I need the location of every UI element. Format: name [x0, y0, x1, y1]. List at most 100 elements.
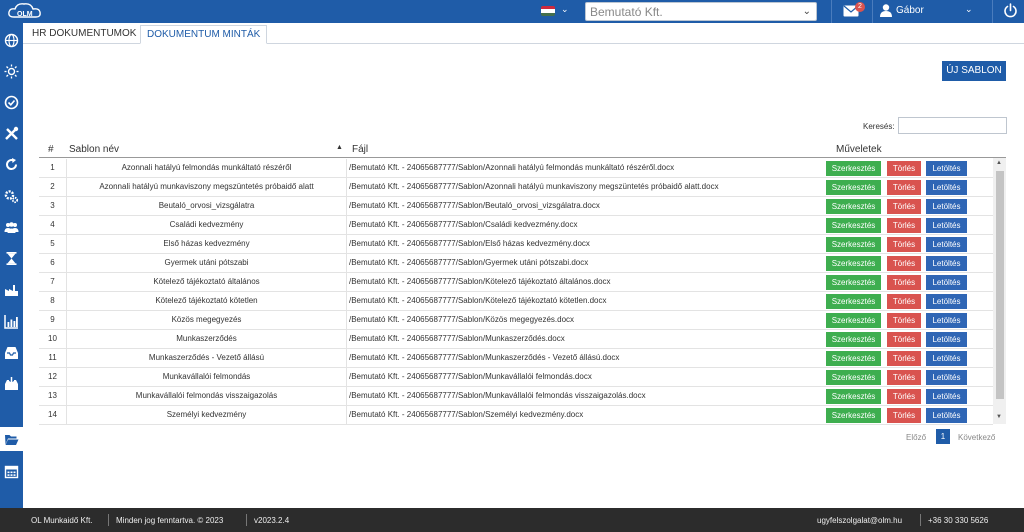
- tools-icon[interactable]: [4, 126, 19, 141]
- edit-button[interactable]: Szerkesztés: [826, 370, 881, 385]
- column-header-name[interactable]: Sablon név: [69, 144, 119, 155]
- logout-power-icon[interactable]: [1003, 3, 1018, 18]
- column-divider: [66, 387, 67, 406]
- column-divider: [346, 406, 347, 425]
- delete-button[interactable]: Törlés: [887, 332, 921, 347]
- table-scrollbar[interactable]: ▲ ▼: [993, 158, 1006, 424]
- delete-button[interactable]: Törlés: [887, 351, 921, 366]
- download-button[interactable]: Letöltés: [926, 218, 967, 233]
- download-button[interactable]: Letöltés: [926, 313, 967, 328]
- edit-button[interactable]: Szerkesztés: [826, 199, 881, 214]
- pagination-next[interactable]: Következő: [958, 433, 995, 442]
- edit-button[interactable]: Szerkesztés: [826, 256, 881, 271]
- table-row: 4 Családi kedvezmény/Bemutató Kft. - 2406…: [39, 216, 993, 235]
- template-name: Közös megegyezés: [171, 315, 242, 324]
- edit-button[interactable]: Szerkesztés: [826, 275, 881, 290]
- pagination-current-page[interactable]: 1: [936, 429, 950, 444]
- olm-logo[interactable]: OLM: [6, 1, 50, 22]
- template-name: Gyermek utáni pótszabi: [164, 258, 249, 267]
- edit-button[interactable]: Szerkesztés: [826, 332, 881, 347]
- edit-button[interactable]: Szerkesztés: [826, 161, 881, 176]
- chart-icon[interactable]: [4, 314, 19, 329]
- delete-button[interactable]: Törlés: [887, 180, 921, 195]
- download-button[interactable]: Letöltés: [926, 332, 967, 347]
- edit-button[interactable]: Szerkesztés: [826, 180, 881, 195]
- user-menu[interactable]: Gábor: [896, 5, 924, 16]
- download-button[interactable]: Letöltés: [926, 389, 967, 404]
- row-number: 9: [50, 315, 55, 324]
- calendar-icon[interactable]: [4, 464, 19, 479]
- folder-open-icon[interactable]: [4, 432, 19, 447]
- delete-button[interactable]: Törlés: [887, 294, 921, 309]
- edit-button[interactable]: Szerkesztés: [826, 351, 881, 366]
- sort-asc-icon[interactable]: ▲: [336, 144, 343, 151]
- check-circle-icon[interactable]: [4, 95, 19, 110]
- globe-icon[interactable]: [4, 33, 19, 48]
- delete-button[interactable]: Törlés: [887, 199, 921, 214]
- delete-button[interactable]: Törlés: [887, 237, 921, 252]
- tab-hr-documents[interactable]: HR DOKUMENTUMOK: [26, 25, 142, 44]
- edit-button[interactable]: Szerkesztés: [826, 218, 881, 233]
- column-divider: [66, 178, 67, 197]
- table-row: 9 Közös megegyezés/Bemutató Kft. - 240656…: [39, 311, 993, 330]
- hourglass-icon[interactable]: [4, 251, 19, 266]
- gears-icon[interactable]: [4, 189, 19, 204]
- inbox-icon[interactable]: [4, 345, 19, 360]
- edit-button[interactable]: Szerkesztés: [826, 313, 881, 328]
- chevron-down-icon[interactable]: ⌄: [561, 4, 569, 15]
- rotate-icon[interactable]: [4, 157, 19, 172]
- download-button[interactable]: Letöltés: [926, 161, 967, 176]
- tab-document-templates[interactable]: DOKUMENTUM MINTÁK: [140, 25, 268, 44]
- chevron-down-icon: ⌄: [802, 6, 811, 17]
- table-row: 3 Beutaló_orvosi_vizsgálatra/Bemutató Kft…: [39, 197, 993, 216]
- table-row: 2 Azonnali hatályú munkaviszony megszünte…: [39, 178, 993, 197]
- row-number: 13: [48, 391, 57, 400]
- column-header-file[interactable]: Fájl: [352, 144, 368, 155]
- scrollbar-thumb[interactable]: [996, 171, 1004, 399]
- column-divider: [346, 178, 347, 197]
- delete-button[interactable]: Törlés: [887, 370, 921, 385]
- delete-button[interactable]: Törlés: [887, 256, 921, 271]
- column-divider: [66, 311, 67, 330]
- footer-email[interactable]: ugyfelszolgalat@olm.hu: [817, 516, 902, 525]
- inbox-download-icon[interactable]: [4, 376, 19, 391]
- table-row: 10 Munkaszerződés/Bemutató Kft. - 2406568…: [39, 330, 993, 349]
- scroll-up-icon[interactable]: ▲: [996, 160, 1002, 166]
- template-file-path: /Bemutató Kft. - 24065687777/Sablon/Közö…: [349, 315, 575, 324]
- delete-button[interactable]: Törlés: [887, 218, 921, 233]
- delete-button[interactable]: Törlés: [887, 408, 921, 423]
- sun-icon[interactable]: [4, 64, 19, 79]
- search-input[interactable]: [898, 117, 1007, 134]
- download-button[interactable]: Letöltés: [926, 408, 967, 423]
- chevron-down-icon[interactable]: ⌄: [965, 4, 973, 15]
- edit-button[interactable]: Szerkesztés: [826, 408, 881, 423]
- download-button[interactable]: Letöltés: [926, 294, 967, 309]
- footer-rights: Minden jog fenntartva. © 2023: [116, 516, 224, 525]
- download-button[interactable]: Letöltés: [926, 199, 967, 214]
- download-button[interactable]: Letöltés: [926, 370, 967, 385]
- download-button[interactable]: Letöltés: [926, 180, 967, 195]
- download-button[interactable]: Letöltés: [926, 351, 967, 366]
- delete-button[interactable]: Törlés: [887, 275, 921, 290]
- delete-button[interactable]: Törlés: [887, 313, 921, 328]
- edit-button[interactable]: Szerkesztés: [826, 237, 881, 252]
- new-template-button[interactable]: ÚJ SABLON: [942, 61, 1006, 81]
- company-select[interactable]: Bemutató Kft. ⌄: [585, 2, 817, 21]
- factory-icon[interactable]: [4, 282, 19, 297]
- delete-button[interactable]: Törlés: [887, 389, 921, 404]
- download-button[interactable]: Letöltés: [926, 237, 967, 252]
- divider: [831, 0, 832, 23]
- download-button[interactable]: Letöltés: [926, 275, 967, 290]
- pagination-previous[interactable]: Előző: [906, 433, 926, 442]
- users-icon[interactable]: [4, 220, 19, 235]
- hungarian-flag-icon[interactable]: [541, 6, 555, 16]
- row-number: 5: [50, 239, 55, 248]
- divider: [246, 514, 247, 526]
- divider: [992, 0, 993, 23]
- edit-button[interactable]: Szerkesztés: [826, 294, 881, 309]
- edit-button[interactable]: Szerkesztés: [826, 389, 881, 404]
- divider: [108, 514, 109, 526]
- delete-button[interactable]: Törlés: [887, 161, 921, 176]
- scroll-down-icon[interactable]: ▼: [996, 414, 1002, 420]
- download-button[interactable]: Letöltés: [926, 256, 967, 271]
